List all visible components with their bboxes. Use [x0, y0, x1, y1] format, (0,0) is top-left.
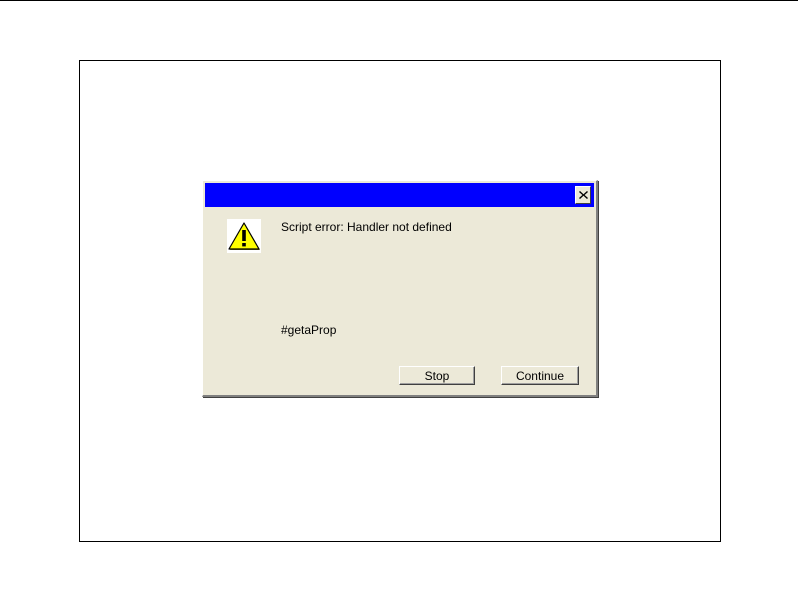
top-divider: [0, 0, 798, 1]
close-button[interactable]: [575, 186, 591, 204]
close-icon: [578, 191, 588, 199]
script-error-dialog: Script error: Handler not defined #getaP…: [202, 180, 598, 397]
error-detail: #getaProp: [281, 323, 337, 337]
continue-button[interactable]: Continue: [501, 366, 579, 385]
stop-button[interactable]: Stop: [399, 366, 475, 385]
error-message: Script error: Handler not defined: [281, 220, 452, 234]
dialog-titlebar[interactable]: [205, 183, 594, 207]
warning-icon: [227, 219, 261, 253]
